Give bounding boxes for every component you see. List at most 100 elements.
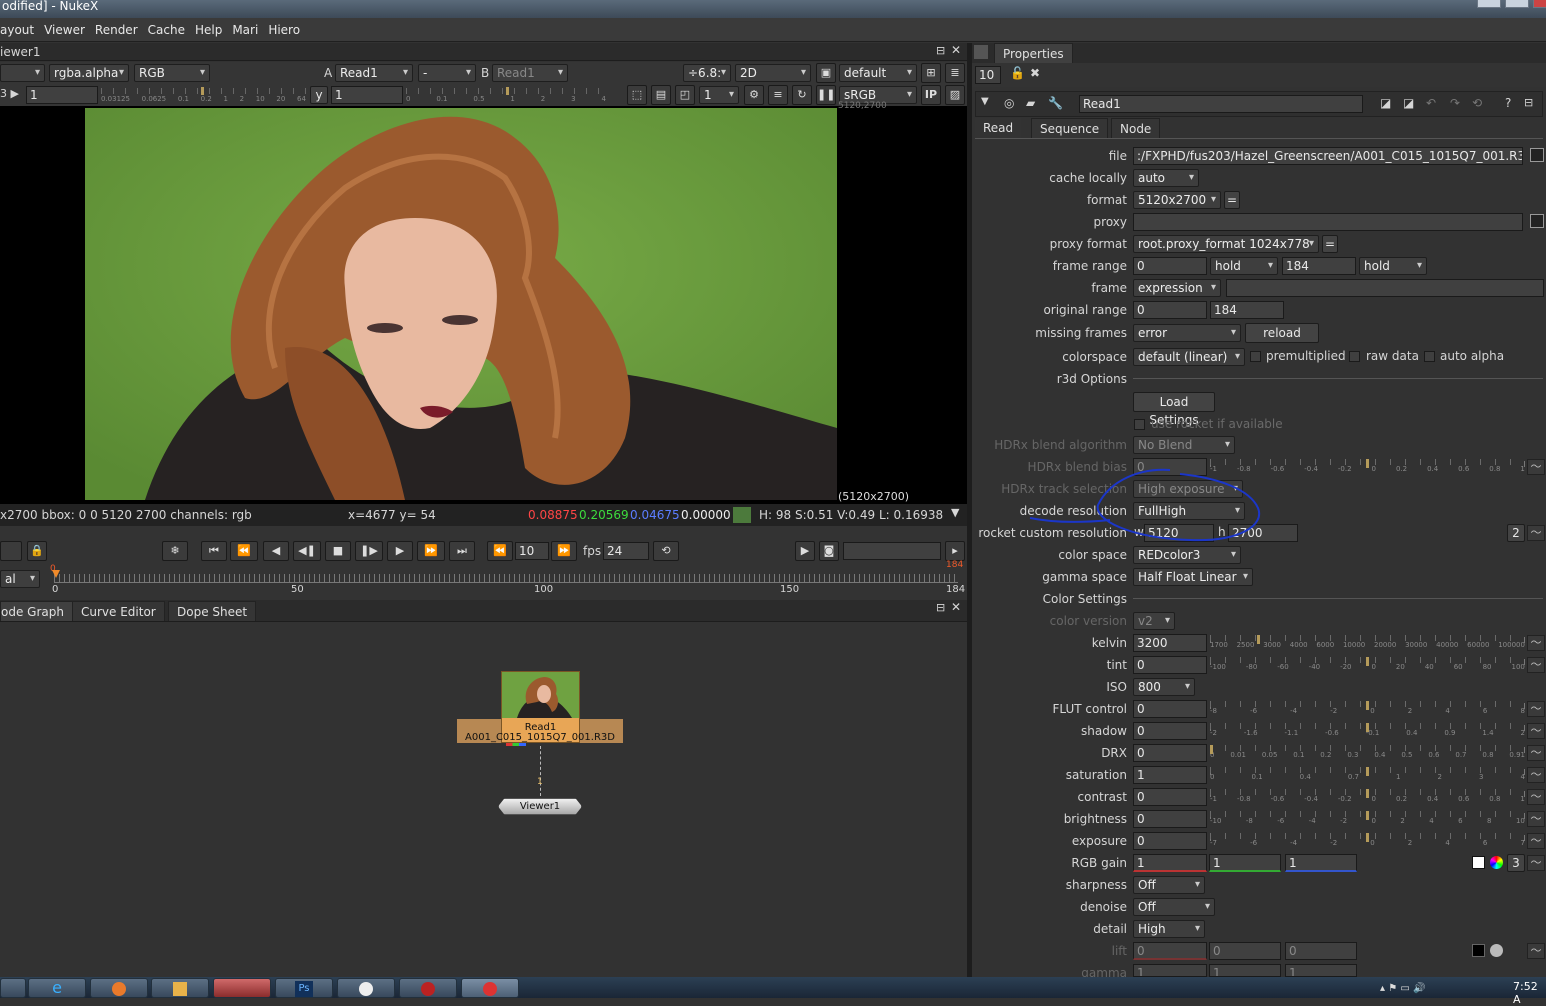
slider-knob[interactable] (1366, 767, 1369, 776)
tint-slider[interactable]: -100 -80 -60 -40 -20 0 20 40 60 80 100 (1210, 657, 1525, 673)
detail-dropdown[interactable]: High (1133, 920, 1205, 938)
proxy-format-dropdown[interactable]: root.proxy_format 1024x778 (1133, 235, 1319, 253)
load-settings-button[interactable]: Load Settings (1133, 392, 1215, 427)
brightness-field[interactable]: 0 (1133, 810, 1207, 828)
denoise-dropdown[interactable]: Off (1133, 898, 1215, 916)
exposure-field[interactable]: 0 (1133, 832, 1207, 850)
after-dropdown[interactable]: hold (1359, 257, 1427, 275)
contrast-field[interactable]: 0 (1133, 788, 1207, 806)
taskbar-media-icon[interactable] (151, 978, 209, 998)
saturation-field[interactable]: 1 (1133, 766, 1207, 784)
hdrx-bias-anim-icon[interactable]: 〜 (1527, 459, 1545, 475)
sharpness-dropdown[interactable]: Off (1133, 876, 1205, 894)
taskbar-firefox-icon[interactable] (90, 978, 148, 998)
drx-anim-icon[interactable]: 〜 (1527, 745, 1545, 761)
drx-field[interactable]: 0 (1133, 744, 1207, 762)
start-button[interactable] (0, 978, 26, 998)
proxy-format-edit-button[interactable]: = (1322, 235, 1338, 253)
kelvin-field[interactable]: 3200 (1133, 634, 1207, 652)
kelvin-anim-icon[interactable]: 〜 (1527, 635, 1545, 651)
lift-wheel-icon[interactable] (1490, 944, 1503, 957)
raw-data-checkbox[interactable] (1349, 351, 1360, 362)
brightness-slider[interactable]: -10 -8 -6 -4 -2 0 2 4 6 8 10 (1210, 811, 1525, 827)
before-dropdown[interactable]: hold (1210, 257, 1278, 275)
slider-knob[interactable] (1366, 459, 1369, 468)
lift-swatch[interactable] (1472, 944, 1485, 957)
slider-tick-label: -1.6 (1243, 729, 1258, 737)
lift-g-field[interactable]: 0 (1209, 942, 1281, 960)
exposure-anim-icon[interactable]: 〜 (1527, 833, 1545, 849)
rocket-channel-count-button[interactable]: 2 (1507, 524, 1525, 542)
shadow-field[interactable]: 0 (1133, 722, 1207, 740)
color-version-dropdown[interactable]: v2 (1133, 612, 1175, 630)
rgb-gain-b-field[interactable]: 1 (1285, 854, 1357, 872)
slider-knob[interactable] (1366, 657, 1369, 666)
rocket-anim-icon[interactable]: 〜 (1527, 525, 1545, 541)
slider-knob[interactable] (1366, 723, 1369, 732)
shadow-slider[interactable]: -2 -1.6 -1.1 -0.6 -0.1 0.4 0.9 1.4 2 (1210, 723, 1525, 739)
file-browse-icon[interactable] (1530, 148, 1544, 162)
contrast-slider[interactable]: -1 -0.8 -0.6 -0.4 -0.2 0 0.2 0.4 0.6 0.8 1 (1210, 789, 1525, 805)
lift-b-field[interactable]: 0 (1285, 942, 1357, 960)
slider-knob[interactable] (1366, 701, 1369, 710)
slider-knob[interactable] (1210, 745, 1213, 754)
auto-alpha-label: auto alpha (1440, 349, 1505, 363)
flut-field[interactable]: 0 (1133, 700, 1207, 718)
contrast-anim-icon[interactable]: 〜 (1527, 789, 1545, 805)
original-range-start-field[interactable]: 0 (1133, 301, 1207, 319)
drx-slider[interactable]: 0 0.01 0.05 0.1 0.2 0.3 0.4 0.5 0.6 0.7 0.8 0.91 (1210, 745, 1525, 761)
frame-range-end-field[interactable]: 184 (1282, 257, 1356, 275)
saturation-anim-icon[interactable]: 〜 (1527, 767, 1545, 783)
format-edit-button[interactable]: = (1224, 191, 1240, 209)
taskbar-mari-icon[interactable] (399, 978, 457, 998)
proxy-browse-icon[interactable] (1530, 214, 1544, 228)
rgb-gain-anim-icon[interactable]: 〜 (1527, 855, 1545, 871)
cache-locally-dropdown[interactable]: auto (1133, 169, 1199, 187)
rgb-gain-channels-button[interactable]: 3 (1507, 854, 1525, 872)
brightness-anim-icon[interactable]: 〜 (1527, 811, 1545, 827)
taskbar-panda-icon[interactable] (337, 978, 395, 998)
taskbar-tool-icon[interactable] (213, 978, 271, 998)
tray-icons[interactable]: ▴ ⚑ ▭ 🔊 (1380, 983, 1425, 994)
use-rocket-checkbox[interactable] (1134, 419, 1145, 430)
shadow-anim-icon[interactable]: 〜 (1527, 723, 1545, 739)
reload-button[interactable]: reload (1245, 323, 1319, 343)
slider-knob[interactable] (1366, 811, 1369, 820)
color-wheel-picker-icon[interactable] (1490, 856, 1503, 869)
auto-alpha-checkbox[interactable] (1424, 351, 1435, 362)
tint-field[interactable]: 0 (1133, 656, 1207, 674)
gamma-b-field[interactable]: 1 (1285, 964, 1357, 977)
kelvin-slider[interactable]: 1700 2500 3000 4000 6000 10000 20000 30000 40000… (1210, 635, 1525, 651)
frame-range-start-field[interactable]: 0 (1133, 257, 1207, 275)
missing-frames-dropdown[interactable]: error (1133, 324, 1241, 342)
original-range-end-field[interactable]: 184 (1210, 301, 1284, 319)
gamma-r-field[interactable]: 1 (1133, 964, 1207, 977)
flut-anim-icon[interactable]: 〜 (1527, 701, 1545, 717)
rgb-gain-swatch[interactable] (1472, 856, 1485, 869)
rgb-gain-r-field[interactable]: 1 (1133, 854, 1207, 872)
premultiplied-checkbox[interactable] (1250, 351, 1261, 362)
frame-mode-dropdown[interactable]: expression (1133, 279, 1221, 297)
file-field[interactable]: :/FXPHD/fus203/Hazel_Greenscreen/A001_C0… (1133, 147, 1523, 165)
gamma-space-dropdown[interactable]: Half Float Linear (1133, 568, 1253, 586)
iso-dropdown[interactable]: 800 (1133, 678, 1195, 696)
gamma-g-field[interactable]: 1 (1209, 964, 1281, 977)
tint-anim-icon[interactable]: 〜 (1527, 657, 1545, 673)
slider-knob[interactable] (1366, 789, 1369, 798)
slider-knob[interactable] (1366, 833, 1369, 842)
taskbar-nuke-icon[interactable] (461, 978, 519, 998)
slider-knob[interactable] (1256, 635, 1260, 644)
rgb-gain-g-field[interactable]: 1 (1209, 854, 1281, 872)
lift-anim-icon[interactable]: 〜 (1527, 943, 1545, 959)
taskbar-photoshop-icon[interactable]: Ps (275, 978, 333, 998)
proxy-field[interactable] (1133, 213, 1523, 231)
saturation-slider[interactable]: 0 0.1 0.4 0.7 1 2 3 4 (1210, 767, 1525, 783)
hdrx-algorithm-dropdown[interactable]: No Blend (1133, 436, 1235, 454)
frame-expression-field[interactable] (1226, 279, 1544, 297)
lift-r-field[interactable]: 0 (1133, 942, 1207, 960)
exposure-slider[interactable]: -7 -6 -4 -2 0 2 4 6 7 (1210, 833, 1525, 849)
format-dropdown[interactable]: 5120x2700 (1133, 191, 1221, 209)
colorspace-dropdown[interactable]: default (linear) (1133, 348, 1245, 366)
taskbar-ie-icon[interactable]: e (28, 978, 86, 998)
flut-slider[interactable]: -8 -6 -4 -2 0 2 4 6 8 (1210, 701, 1525, 717)
